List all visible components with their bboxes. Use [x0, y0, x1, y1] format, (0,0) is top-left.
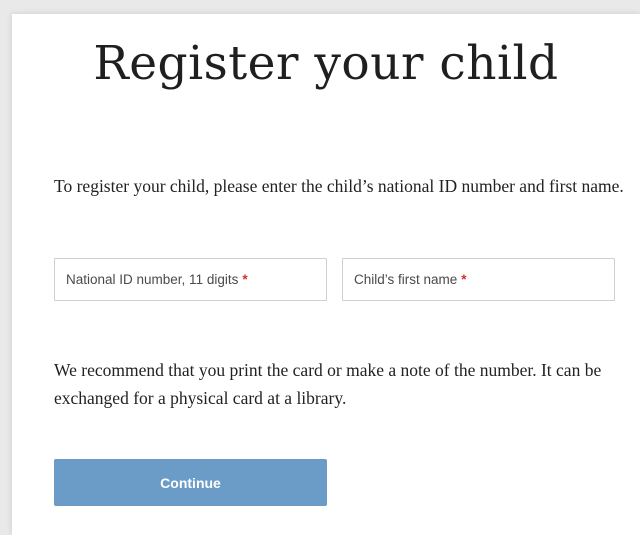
national-id-required-mark: * — [242, 272, 248, 287]
recommendation-text: We recommend that you print the card or … — [54, 360, 602, 408]
first-name-required-mark: * — [461, 272, 467, 287]
national-id-field[interactable]: National ID number, 11 digits * — [54, 258, 327, 301]
registration-card: Register your child To register your chi… — [12, 14, 640, 535]
page-background: Register your child To register your chi… — [0, 0, 640, 535]
first-name-field[interactable]: Child’s first name * — [342, 258, 615, 301]
national-id-placeholder: National ID number, 11 digits — [66, 272, 239, 287]
continue-button[interactable]: Continue — [54, 459, 327, 506]
intro-text: To register your child, please enter the… — [54, 176, 624, 196]
page-title: Register your child — [93, 36, 559, 91]
first-name-placeholder: Child’s first name — [354, 272, 458, 287]
